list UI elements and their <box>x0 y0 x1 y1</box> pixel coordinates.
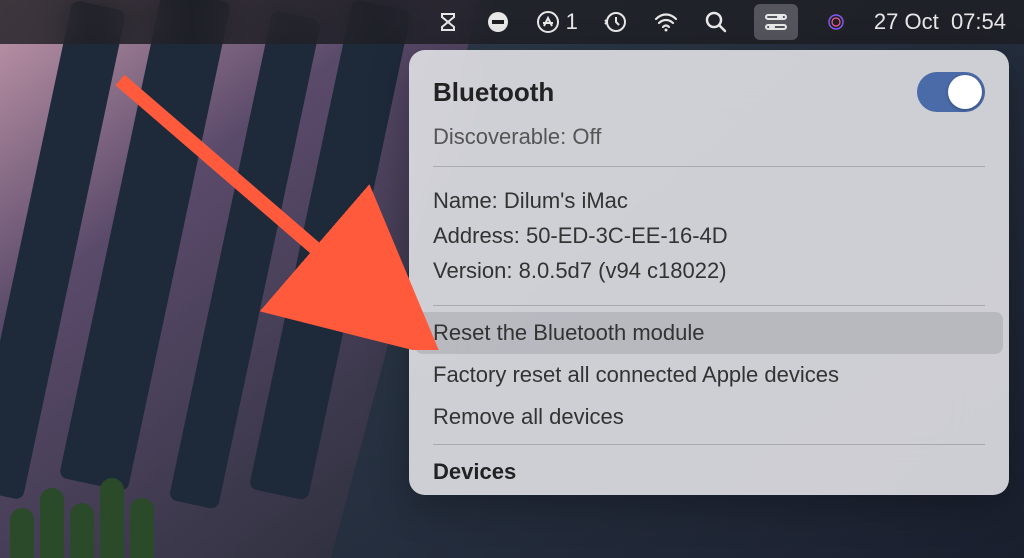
address-row: Address: 50-ED-3C-EE-16-4D <box>433 218 985 253</box>
bluetooth-panel: Bluetooth Discoverable: Off Name: Dilum'… <box>409 50 1009 495</box>
bluetooth-toggle[interactable] <box>917 72 985 112</box>
action-factory-reset-devices[interactable]: Factory reset all connected Apple device… <box>415 354 1003 396</box>
menubar-clock[interactable]: 27 Oct 07:54 <box>874 9 1006 35</box>
menubar-control-center-icon[interactable] <box>754 4 798 40</box>
menubar-siri-icon[interactable] <box>824 10 848 34</box>
wallpaper-grass <box>0 458 400 558</box>
version-row: Version: 8.0.5d7 (v94 c18022) <box>433 253 985 288</box>
menubar-appstore-badge: 1 <box>566 9 578 35</box>
action-remove-all-devices[interactable]: Remove all devices <box>415 396 1003 438</box>
menubar: 1 27 Oct 07:54 <box>0 0 1024 44</box>
panel-title: Bluetooth <box>433 77 554 108</box>
name-row: Name: Dilum's iMac <box>433 183 985 218</box>
menubar-dnd-icon[interactable] <box>486 10 510 34</box>
devices-section-title: Devices <box>409 445 1009 485</box>
menubar-wifi-icon[interactable] <box>654 10 678 34</box>
menubar-timemachine-icon[interactable] <box>604 10 628 34</box>
action-reset-bluetooth-module[interactable]: Reset the Bluetooth module <box>415 312 1003 354</box>
menubar-spotlight-icon[interactable] <box>704 10 728 34</box>
menubar-app-s-icon[interactable] <box>436 10 460 34</box>
discoverable-row: Discoverable: Off <box>409 124 1009 166</box>
menubar-appstore-icon[interactable]: 1 <box>536 9 578 35</box>
